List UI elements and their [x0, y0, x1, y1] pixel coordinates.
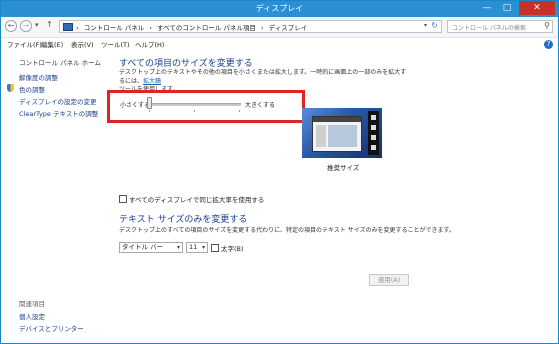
preview-tile-strip	[368, 111, 379, 155]
sidebar-item-resolution[interactable]: 解像度の調整	[19, 72, 58, 82]
refresh-icon[interactable]: ↻	[431, 21, 438, 30]
sidebar-item-color[interactable]: 色の調整	[19, 84, 45, 94]
sidebar-item-display-settings[interactable]: ディスプレイの設定の変更	[19, 96, 97, 106]
breadcrumb-separator-icon[interactable]: ›	[261, 24, 264, 32]
menu-tools[interactable]: ツール(T)	[101, 39, 130, 49]
sidebar-home-link[interactable]: コントロール パネル ホーム	[19, 57, 101, 67]
magnifier-link[interactable]: 拡大鏡	[143, 78, 161, 85]
bold-checkbox-row[interactable]: 太字(B)	[211, 243, 244, 253]
font-size-select-value: 11	[189, 243, 198, 251]
breadcrumb-display[interactable]: ディスプレイ	[269, 24, 308, 32]
menu-view[interactable]: 表示(V)	[71, 39, 94, 49]
sidebar: コントロール パネル ホーム 解像度の調整 色の調整 ディスプレイの設定の変更 …	[1, 50, 101, 342]
text-size-description: デスクトップ上のすべての項目のサイズを変更する代わりに、特定の項目のテキスト サ…	[119, 227, 455, 234]
up-arrow-icon[interactable]: ↑	[46, 20, 53, 29]
help-icon[interactable]: ?	[544, 40, 553, 49]
element-select[interactable]: タイトル バー ▾	[119, 242, 183, 253]
resize-grip-icon[interactable]: ⋰	[549, 333, 555, 340]
maximize-button[interactable]: □	[498, 1, 516, 15]
breadcrumb: › コントロール パネル › すべてのコントロール パネル項目 › ディスプレイ	[76, 22, 310, 32]
page-title: すべての項目のサイズを変更する	[119, 59, 253, 69]
control-panel-icon	[63, 23, 73, 31]
bold-checkbox[interactable]	[211, 244, 219, 252]
see-also-title: 関連項目	[19, 300, 45, 308]
address-row: ← → ▾ ↑ › コントロール パネル › すべてのコントロール パネル項目 …	[1, 17, 558, 38]
text-size-heading: テキスト サイズのみを変更する	[119, 215, 248, 225]
same-scale-checkbox[interactable]	[119, 195, 127, 203]
address-dropdown-icon[interactable]: ▾	[424, 22, 427, 29]
menu-edit[interactable]: 編集(E)	[41, 39, 63, 49]
display-window: ディスプレイ — □ ✕ ← → ▾ ↑ › コントロール パネル › すべての…	[0, 0, 559, 344]
slider-large-label: 大きくする	[245, 102, 276, 109]
sidebar-item-personalization[interactable]: 個人設定	[19, 311, 45, 321]
title-bar: ディスプレイ — □ ✕	[1, 1, 558, 17]
menu-bar: ファイル(F) 編集(E) 表示(V) ツール(T) ヘルプ(H) ?	[1, 38, 558, 50]
address-bar[interactable]: › コントロール パネル › すべてのコントロール パネル項目 › ディスプレイ…	[59, 20, 442, 33]
minimize-button[interactable]: —	[478, 1, 496, 15]
preview-label: 推奨サイズ	[327, 164, 360, 172]
sidebar-item-cleartype[interactable]: ClearType テキストの調整	[19, 108, 98, 118]
size-slider-thumb[interactable]	[147, 97, 152, 109]
search-placeholder: コントロール パネルの検索	[452, 25, 526, 32]
chevron-down-icon[interactable]: ▾	[177, 243, 180, 252]
slider-tick	[194, 110, 195, 112]
breadcrumb-separator-icon[interactable]: ›	[149, 24, 152, 32]
search-input[interactable]: コントロール パネルの検索 ⚲	[447, 20, 553, 33]
size-description-text: デスクトップ上のテキストやその他の項目を小さくまたは拡大します。一時的に画面上の…	[119, 69, 407, 85]
apply-button[interactable]: 適用(A)	[369, 274, 409, 286]
forward-arrow-icon[interactable]: →	[20, 20, 32, 32]
menu-help[interactable]: ヘルプ(H)	[135, 39, 164, 49]
shield-icon	[7, 84, 14, 92]
recent-pages-dropdown-icon[interactable]: ▾	[35, 21, 39, 29]
slider-tick	[239, 110, 240, 112]
search-icon[interactable]: ⚲	[544, 21, 550, 30]
menu-file[interactable]: ファイル(F)	[7, 39, 42, 49]
display-preview	[302, 108, 382, 158]
slider-tick	[149, 110, 150, 112]
size-slider-track[interactable]	[147, 103, 241, 106]
sidebar-item-devices-printers[interactable]: デバイスとプリンター	[19, 323, 84, 333]
close-button[interactable]: ✕	[519, 1, 555, 15]
preview-window	[312, 116, 362, 152]
slider-small-label: 小さくする	[120, 102, 151, 109]
element-select-value: タイトル バー	[122, 243, 164, 251]
breadcrumb-control-panel[interactable]: コントロール パネル	[84, 24, 145, 32]
chevron-down-icon[interactable]: ▾	[202, 243, 205, 252]
same-scale-label: すべてのディスプレイで同じ拡大率を使用する	[129, 196, 265, 204]
main-content: すべての項目のサイズを変更する デスクトップ上のテキストやその他の項目を小さくま…	[101, 50, 558, 342]
font-size-select[interactable]: 11 ▾	[186, 242, 208, 253]
breadcrumb-all-items[interactable]: すべてのコントロール パネル項目	[157, 24, 256, 32]
same-scale-checkbox-row[interactable]: すべてのディスプレイで同じ拡大率を使用する	[119, 194, 264, 204]
back-arrow-icon[interactable]: ←	[5, 20, 17, 32]
bold-label: 太字(B)	[221, 245, 244, 253]
window-title: ディスプレイ	[255, 4, 304, 13]
breadcrumb-separator-icon[interactable]: ›	[76, 24, 79, 32]
